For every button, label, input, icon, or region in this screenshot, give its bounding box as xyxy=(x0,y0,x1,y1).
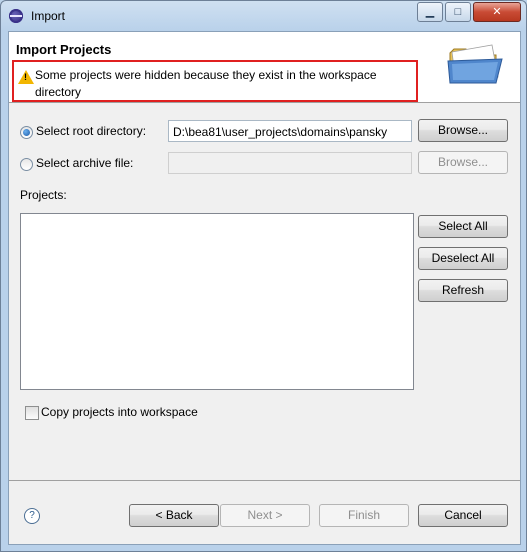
maximize-button[interactable]: □ xyxy=(445,2,471,22)
warning-message: Some projects were hidden because they e… xyxy=(35,68,377,99)
select-all-button[interactable]: Select All xyxy=(418,215,508,238)
eclipse-app-icon xyxy=(9,9,23,23)
copy-projects-label[interactable]: Copy projects into workspace xyxy=(41,405,198,419)
browse-root-button[interactable]: Browse... xyxy=(418,119,508,142)
archive-file-radio[interactable] xyxy=(20,158,33,171)
title-bar[interactable]: Import ▁ □ ✕ xyxy=(1,1,526,31)
window-title: Import xyxy=(31,9,66,23)
back-button[interactable]: < Back xyxy=(129,504,219,527)
root-directory-row: Select root directory: D:\bea81\user_pro… xyxy=(9,119,520,144)
root-directory-radio[interactable] xyxy=(20,126,33,139)
warning-message-box: Some projects were hidden because they e… xyxy=(12,60,418,102)
warning-icon xyxy=(18,70,34,84)
copy-projects-checkbox[interactable] xyxy=(25,406,39,420)
browse-archive-button[interactable]: Browse... xyxy=(418,151,508,174)
folder-open-icon xyxy=(447,44,503,84)
minimize-button[interactable]: ▁ xyxy=(417,2,443,22)
next-button[interactable]: Next > xyxy=(220,504,310,527)
footer-separator xyxy=(9,480,520,481)
root-directory-label: Select root directory: xyxy=(36,124,147,138)
archive-file-label: Select archive file: xyxy=(36,156,134,170)
archive-file-field[interactable] xyxy=(168,152,412,174)
import-dialog: Import ▁ □ ✕ Import Projects Some projec… xyxy=(0,0,527,552)
archive-file-row: Select archive file: Browse... xyxy=(9,151,520,176)
deselect-all-button[interactable]: Deselect All xyxy=(418,247,508,270)
refresh-button[interactable]: Refresh xyxy=(418,279,508,302)
root-directory-field[interactable]: D:\bea81\user_projects\domains\pansky xyxy=(168,120,412,142)
projects-list[interactable] xyxy=(20,213,414,390)
wizard-banner: Import Projects Some projects were hidde… xyxy=(9,32,520,103)
finish-button[interactable]: Finish xyxy=(319,504,409,527)
dialog-content: Import Projects Some projects were hidde… xyxy=(8,31,521,545)
help-icon[interactable]: ? xyxy=(24,508,40,524)
close-button[interactable]: ✕ xyxy=(473,2,521,22)
cancel-button[interactable]: Cancel xyxy=(418,504,508,527)
projects-label: Projects: xyxy=(20,188,67,202)
page-title: Import Projects xyxy=(16,42,112,57)
